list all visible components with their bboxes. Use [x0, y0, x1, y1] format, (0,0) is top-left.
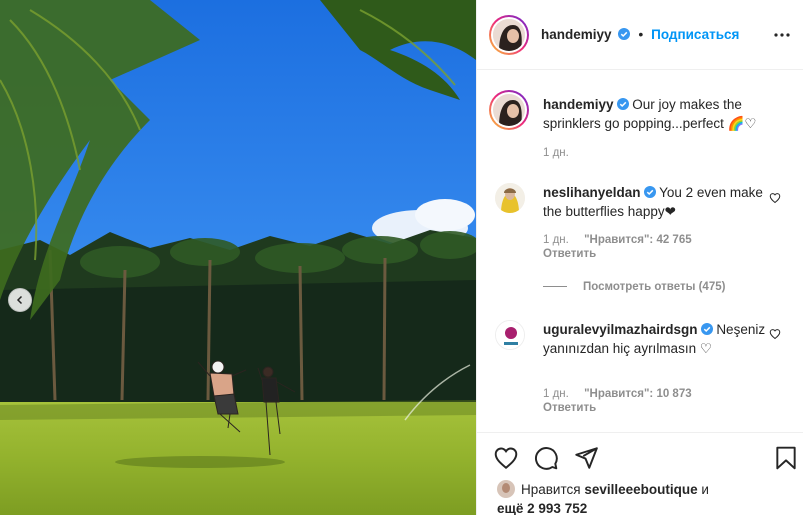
verified-badge-icon	[700, 323, 713, 335]
comment-body: uguralevyilmazhairdsgn Neşeniz yanınızda…	[543, 320, 768, 358]
comment-icon[interactable]	[533, 445, 559, 471]
comment-time[interactable]: 1 дн.	[543, 234, 569, 246]
avatar-photo	[493, 19, 525, 51]
caption-username[interactable]: handemiyy	[543, 97, 614, 112]
comment-likes-count[interactable]: "Нравится": 42 765	[584, 234, 692, 246]
comment-time[interactable]: 1 дн.	[543, 388, 569, 400]
avatar-photo	[497, 480, 515, 498]
replies-divider	[543, 286, 567, 288]
photo-image	[0, 0, 476, 515]
comment-like-heart-icon[interactable]	[769, 192, 781, 204]
post-photo[interactable]	[0, 0, 476, 515]
post-actions: Нравится sevilleeeboutique и ещё 2 993 7…	[477, 432, 803, 515]
reply-button[interactable]: Ответить	[543, 402, 596, 414]
verified-badge-icon	[618, 28, 631, 40]
likes-count[interactable]: ещё 2 993 752	[497, 501, 587, 515]
avatar-photo	[493, 94, 525, 126]
header-separator: •	[638, 26, 644, 42]
caption-body: handemiyy Our joy makes the sprinklers g…	[543, 95, 788, 133]
comment-username[interactable]: uguralevyilmazhairdsgn	[543, 322, 698, 337]
comment-avatar[interactable]	[495, 183, 525, 213]
likes-prefix: Нравится	[521, 482, 581, 497]
likes-conj: и	[701, 482, 709, 497]
comments-list[interactable]: handemiyy Our joy makes the sprinklers g…	[477, 70, 803, 432]
view-replies-button[interactable]: Посмотреть ответы (475)	[543, 281, 725, 293]
chevron-left-icon	[16, 295, 23, 305]
likes-summary: Нравится sevilleeeboutique и ещё 2 993 7…	[497, 480, 777, 515]
caption-time[interactable]: 1 дн.	[543, 147, 569, 159]
paper-plane-icon[interactable]	[573, 445, 599, 471]
verified-badge-icon	[643, 186, 656, 198]
author-avatar[interactable]	[489, 15, 529, 55]
caption-avatar[interactable]	[489, 90, 529, 130]
author-username[interactable]: handemiyy	[541, 27, 612, 42]
comment-body: neslihanyeldan You 2 even make the butte…	[543, 183, 768, 221]
liker-username[interactable]: sevilleeeboutique	[584, 482, 697, 497]
liker-avatar[interactable]	[497, 480, 515, 498]
verified-badge-icon	[616, 98, 629, 110]
avatar-photo	[495, 183, 525, 213]
view-replies-label: Посмотреть ответы (475)	[583, 281, 726, 293]
follow-button[interactable]: Подписаться	[651, 27, 739, 42]
more-dots-icon	[774, 33, 790, 37]
reply-button[interactable]: Ответить	[543, 248, 596, 260]
avatar-photo	[496, 321, 524, 349]
heart-icon[interactable]	[493, 445, 519, 471]
more-options-button[interactable]	[771, 24, 793, 46]
comment-meta: 1 дн. "Нравится": 42 765	[543, 234, 692, 246]
comment-username[interactable]: neslihanyeldan	[543, 185, 641, 200]
comment-avatar[interactable]	[495, 320, 525, 350]
comment-meta: 1 дн. "Нравится": 10 873	[543, 388, 692, 400]
comment-like-heart-icon[interactable]	[769, 328, 781, 340]
comment-likes-count[interactable]: "Нравится": 10 873	[584, 388, 692, 400]
previous-slide-button[interactable]	[8, 288, 32, 312]
post-header: handemiyy • Подписаться	[477, 0, 803, 70]
bookmark-icon[interactable]	[773, 445, 799, 471]
post-sidebar: handemiyy • Подписаться handemiyy Our jo…	[476, 0, 803, 515]
